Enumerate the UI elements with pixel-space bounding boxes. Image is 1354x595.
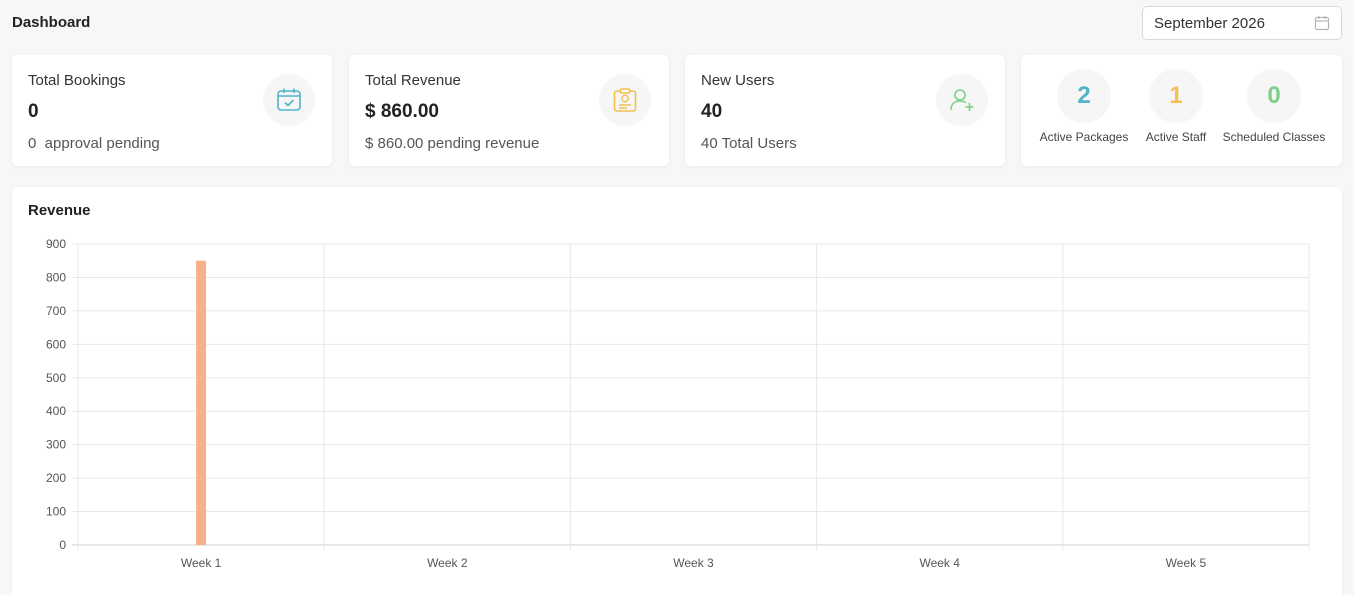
user-add-icon-wrap <box>936 74 988 126</box>
y-tick-label: 200 <box>46 471 66 485</box>
calendar-check-icon <box>277 88 301 111</box>
x-tick-label: Week 2 <box>427 556 468 570</box>
y-tick-label: 900 <box>46 237 66 251</box>
new-users-card: New Users 40 40 Total Users <box>685 55 1005 166</box>
stat-value: 2 <box>1057 69 1111 123</box>
y-tick-label: 0 <box>59 538 66 552</box>
stat-scheduled-classes: 0 Scheduled Classes <box>1219 69 1329 144</box>
y-tick-label: 400 <box>46 404 66 418</box>
month-picker[interactable]: September 2026 <box>1142 6 1342 40</box>
card-subtext: $ 860.00 pending revenue <box>365 135 540 152</box>
revenue-badge-icon <box>613 88 637 112</box>
calendar-check-icon-wrap <box>263 74 315 126</box>
card-subtext: 40 Total Users <box>701 135 797 152</box>
total-bookings-card: Total Bookings 0 0 approval pending <box>12 55 332 166</box>
calendar-icon <box>1314 16 1330 31</box>
stat-label: Active Staff <box>1145 130 1207 144</box>
total-revenue-card: Total Revenue $ 860.00 $ 860.00 pending … <box>349 55 669 166</box>
revenue-bar <box>196 260 207 545</box>
revenue-chart-card: Revenue 0 100 200 300 400 500 600 700 800 900 Week… <box>12 187 1342 595</box>
x-tick-label: Week 1 <box>181 556 222 570</box>
y-tick-label: 100 <box>46 505 66 519</box>
x-tick-label: Week 5 <box>1166 556 1207 570</box>
revenue-chart: 0 100 200 300 400 500 600 700 800 900 Week 1 Week 2… <box>46 237 1310 570</box>
y-tick-label: 700 <box>46 304 66 318</box>
y-tick-label: 500 <box>46 371 66 385</box>
card-value: 40 <box>701 101 723 122</box>
user-add-icon <box>950 89 974 111</box>
card-title: Total Bookings <box>28 72 126 89</box>
page-title: Dashboard <box>12 14 91 31</box>
stats-card: 2 Active Packages 1 Active Staff 0 Sched… <box>1021 55 1342 166</box>
stat-label: Scheduled Classes <box>1222 130 1326 144</box>
card-title: New Users <box>701 72 775 89</box>
revenue-badge-icon-wrap <box>599 74 651 126</box>
y-tick-label: 600 <box>46 337 66 351</box>
card-value: $ 860.00 <box>365 101 439 122</box>
x-tick-label: Week 4 <box>919 556 960 570</box>
month-picker-value: September 2026 <box>1154 14 1265 32</box>
stat-value: 0 <box>1247 69 1301 123</box>
x-tick-label: Week 3 <box>673 556 714 570</box>
y-tick-label: 800 <box>46 270 66 284</box>
card-title: Total Revenue <box>365 72 461 89</box>
card-value: 0 <box>28 101 39 122</box>
y-tick-label: 300 <box>46 438 66 452</box>
card-subtext: 0 approval pending <box>28 135 160 152</box>
stat-active-staff: 1 Active Staff <box>1121 69 1231 144</box>
stat-value: 1 <box>1149 69 1203 123</box>
